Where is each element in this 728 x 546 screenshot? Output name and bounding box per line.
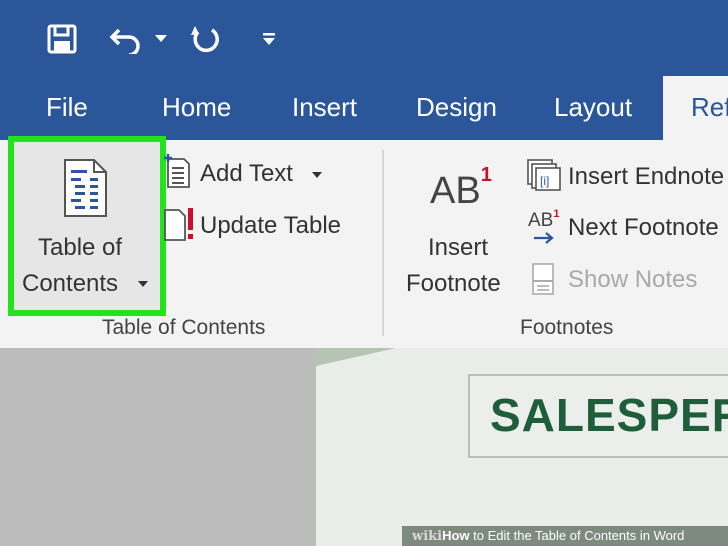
watermark-text: to Edit the Table of Contents in Word [469,528,685,543]
table-of-contents-button[interactable]: Table of Contents [8,136,166,316]
tab-file[interactable]: File [46,92,88,123]
document-title-box[interactable]: SALESPER [468,374,728,458]
svg-text:[i]: [i] [540,174,549,188]
tab-references[interactable]: Ref [663,76,728,142]
insert-footnote-icon: AB1 [430,164,492,212]
undo-dropdown-button[interactable] [150,16,172,62]
show-notes-icon [532,263,554,295]
tab-references-label: Ref [691,92,728,122]
insert-footnote-label-line1: Insert [428,234,489,261]
toc-button-label-line2: Contents [22,270,119,297]
undo-button[interactable] [104,16,148,62]
customize-icon [263,33,275,45]
group-separator [382,150,384,336]
page-corner [316,348,396,366]
toc-button-label-line1: Table of [38,234,123,261]
document-title: SALESPER [490,389,728,441]
save-button[interactable] [40,16,84,62]
dropdown-icon [155,35,167,42]
next-footnote-button[interactable]: AB1 Next Footnote [524,206,728,248]
next-footnote-label: Next Footnote [568,214,719,241]
insert-endnote-label: Insert Endnote [568,163,725,190]
footnotes-group-label: Footnotes [520,316,614,339]
show-notes-button[interactable]: Show Notes [524,258,728,300]
chevron-down-icon [138,281,148,287]
tab-home[interactable]: Home [162,92,231,123]
tab-design[interactable]: Design [416,92,497,123]
redo-icon [191,26,219,53]
insert-footnote-button[interactable]: AB1 Insert Footnote [398,160,522,306]
show-notes-label: Show Notes [568,266,698,293]
redo-button[interactable] [184,16,228,62]
insert-footnote-label-line2: Footnote [406,270,501,297]
toc-group-label: Table of Contents [102,316,266,339]
add-text-button[interactable]: Add Text [160,152,330,192]
arrow-right-icon [534,232,554,244]
watermark-how: How [442,528,470,543]
add-text-icon [164,154,190,188]
table-of-contents-icon [64,159,107,217]
next-footnote-icon: AB1 [528,208,560,231]
save-icon [47,24,77,54]
update-table-label: Update Table [200,212,341,239]
insert-endnote-icon: [i] [527,159,561,191]
watermark-brand: wiki [412,529,443,544]
tab-layout[interactable]: Layout [554,92,632,123]
update-table-icon [164,208,193,241]
chevron-down-icon [312,172,322,178]
watermark-caption: wikiHow to Edit the Table of Contents in… [402,526,728,546]
update-table-button[interactable]: Update Table [160,204,360,244]
undo-icon [109,28,140,54]
customize-toolbar-button[interactable] [256,16,282,62]
tab-insert[interactable]: Insert [292,92,357,123]
add-text-label: Add Text [200,160,293,187]
insert-endnote-button[interactable]: [i] Insert Endnote [524,154,728,196]
